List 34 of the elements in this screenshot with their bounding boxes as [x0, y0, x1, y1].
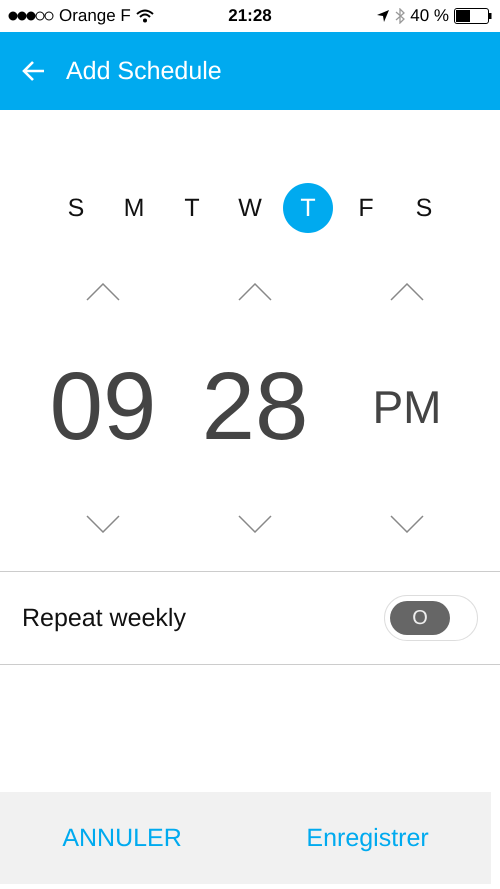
period-value: PM [372, 380, 442, 435]
screen-title: Add Schedule [66, 56, 222, 86]
wifi-icon [136, 9, 154, 23]
increase-button[interactable] [238, 283, 272, 301]
day-button[interactable]: T [167, 183, 217, 233]
carrier-name: Orange F [59, 6, 131, 26]
chevron-down-icon [238, 515, 272, 533]
decrease-button[interactable] [86, 515, 120, 533]
minute-value: 28 [202, 352, 308, 462]
decrease-button[interactable] [390, 515, 424, 533]
day-button[interactable]: W [225, 183, 275, 233]
day-button[interactable]: S [399, 183, 449, 233]
day-button[interactable]: F [341, 183, 391, 233]
chevron-up-icon [238, 283, 272, 301]
hour-value: 09 [50, 352, 156, 462]
day-button[interactable]: M [109, 183, 159, 233]
chevron-down-icon [86, 515, 120, 533]
back-arrow-icon[interactable] [22, 60, 46, 82]
battery-percent: 40 % [410, 6, 450, 26]
signal-icon [8, 11, 54, 21]
chevron-down-icon [390, 515, 424, 533]
chevron-up-icon [390, 283, 424, 301]
increase-button[interactable] [390, 283, 424, 301]
battery-icon [454, 8, 492, 24]
decrease-button[interactable] [238, 515, 272, 533]
chevron-up-icon [86, 283, 120, 301]
bluetooth-icon [395, 8, 406, 24]
location-arrow-icon [376, 9, 390, 23]
repeat-label: Repeat weekly [22, 604, 186, 632]
repeat-toggle[interactable]: O [384, 595, 478, 641]
increase-button[interactable] [86, 283, 120, 301]
day-button[interactable]: S [51, 183, 101, 233]
toggle-knob: O [390, 601, 450, 635]
clock-time: 21:28 [228, 6, 272, 26]
